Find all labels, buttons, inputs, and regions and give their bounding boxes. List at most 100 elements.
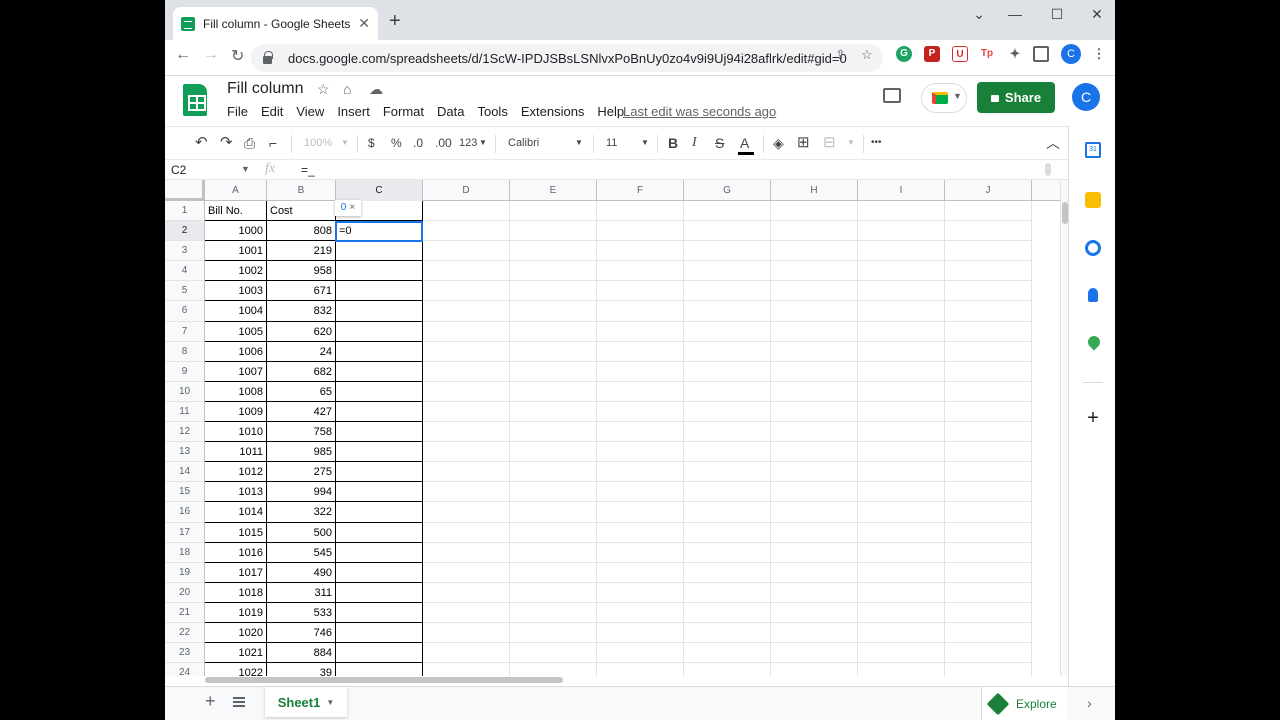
cell[interactable]	[684, 622, 771, 644]
cell[interactable]	[510, 301, 597, 322]
cell[interactable]	[684, 582, 771, 603]
sheets-logo-icon[interactable]	[183, 84, 207, 116]
cell[interactable]	[510, 663, 597, 676]
column-header[interactable]: D	[423, 180, 510, 201]
cell[interactable]: 322	[267, 502, 336, 523]
cell[interactable]	[510, 582, 597, 603]
cell[interactable]: 1014	[205, 502, 267, 523]
menu-extensions[interactable]: Extensions	[521, 104, 585, 119]
cell[interactable]	[945, 622, 1032, 644]
cell[interactable]	[858, 562, 945, 583]
share-page-icon[interactable]: ⇪	[835, 47, 846, 63]
column-header[interactable]: F	[597, 180, 684, 201]
cell[interactable]: 884	[267, 643, 336, 664]
cell[interactable]: 1003	[205, 281, 267, 302]
cell[interactable]	[423, 542, 510, 563]
cell[interactable]	[597, 582, 684, 603]
cell[interactable]	[597, 663, 684, 676]
menu-data[interactable]: Data	[437, 104, 464, 119]
cell[interactable]	[771, 602, 858, 623]
window-minimize-icon[interactable]: —	[1005, 6, 1025, 22]
cell[interactable]	[858, 462, 945, 483]
cell[interactable]	[336, 401, 423, 423]
cell[interactable]: 620	[267, 321, 336, 342]
collapse-menu-icon[interactable]: ︿	[1046, 134, 1060, 152]
row-header[interactable]: 21	[165, 603, 204, 623]
row-header[interactable]: 12	[165, 422, 204, 443]
cell[interactable]	[597, 241, 684, 262]
cell[interactable]	[858, 582, 945, 603]
font-select[interactable]: Calibri	[508, 134, 539, 152]
column-header[interactable]: H	[771, 180, 858, 201]
browser-menu-icon[interactable]: ⋮	[1091, 46, 1107, 62]
cell[interactable]	[423, 562, 510, 583]
cell[interactable]	[336, 261, 423, 282]
cell[interactable]	[684, 542, 771, 563]
cell[interactable]	[597, 221, 684, 242]
cell[interactable]	[423, 602, 510, 623]
cell[interactable]: 1022	[205, 663, 267, 676]
cell[interactable]: 1021	[205, 643, 267, 664]
cell[interactable]	[336, 281, 423, 302]
cell[interactable]: Bill No.	[205, 201, 267, 222]
cell[interactable]: 1010	[205, 422, 267, 443]
cell[interactable]	[423, 381, 510, 402]
cell[interactable]	[423, 241, 510, 262]
tp-extension-icon[interactable]: Tp	[979, 46, 995, 62]
column-header[interactable]: J	[945, 180, 1032, 201]
cell[interactable]	[684, 502, 771, 523]
menu-edit[interactable]: Edit	[261, 104, 283, 119]
cell[interactable]	[771, 422, 858, 443]
cell[interactable]	[423, 281, 510, 302]
cell[interactable]	[771, 201, 858, 222]
cell[interactable]: 1001	[205, 241, 267, 262]
cell[interactable]	[771, 341, 858, 362]
fill-color-icon[interactable]: ◈	[773, 134, 784, 152]
cell[interactable]	[945, 301, 1032, 322]
cell[interactable]	[771, 663, 858, 676]
column-header[interactable]: I	[858, 180, 945, 201]
cell[interactable]	[858, 401, 945, 423]
browser-tab[interactable]: Fill column - Google Sheets ✕	[173, 7, 378, 40]
get-addons-icon[interactable]: +	[1085, 408, 1101, 428]
maps-icon[interactable]	[1085, 333, 1103, 351]
menu-help[interactable]: Help	[597, 104, 624, 119]
row-header[interactable]: 22	[165, 623, 204, 644]
row-header[interactable]: 8	[165, 342, 204, 362]
cell[interactable]	[423, 522, 510, 543]
menu-view[interactable]: View	[296, 104, 324, 119]
cell[interactable]: 39	[267, 663, 336, 676]
cell[interactable]	[771, 462, 858, 483]
cell[interactable]	[945, 663, 1032, 676]
cell[interactable]	[336, 562, 423, 583]
cell[interactable]	[858, 442, 945, 463]
horizontal-scrollbar[interactable]	[205, 677, 563, 683]
cell[interactable]	[597, 643, 684, 664]
column-header[interactable]: B	[267, 180, 336, 201]
paint-format-icon[interactable]: ⌐	[269, 134, 277, 152]
text-color-button[interactable]: A	[740, 134, 749, 152]
cell[interactable]	[858, 663, 945, 676]
cell[interactable]: 533	[267, 602, 336, 623]
cell[interactable]	[597, 401, 684, 423]
cell[interactable]	[510, 542, 597, 563]
formula-input[interactable]: =_	[301, 163, 315, 177]
cell[interactable]	[771, 643, 858, 664]
cell[interactable]	[423, 422, 510, 443]
reload-icon[interactable]: ↻	[231, 46, 244, 66]
cell[interactable]	[423, 502, 510, 523]
cell[interactable]	[858, 482, 945, 503]
row-header[interactable]: 11	[165, 402, 204, 423]
cell[interactable]: 490	[267, 562, 336, 583]
cell[interactable]	[858, 241, 945, 262]
cell[interactable]	[597, 462, 684, 483]
cell[interactable]	[510, 321, 597, 342]
cell[interactable]: 24	[267, 341, 336, 362]
cell[interactable]	[771, 381, 858, 402]
cell[interactable]	[597, 341, 684, 362]
last-edit-link[interactable]: Last edit was seconds ago	[623, 104, 776, 119]
close-icon[interactable]: ×	[349, 202, 355, 213]
address-bar[interactable]: docs.google.com/spreadsheets/d/1ScW-IPDJ…	[251, 44, 883, 72]
cell[interactable]	[684, 462, 771, 483]
add-sheet-button[interactable]: +	[205, 691, 216, 712]
